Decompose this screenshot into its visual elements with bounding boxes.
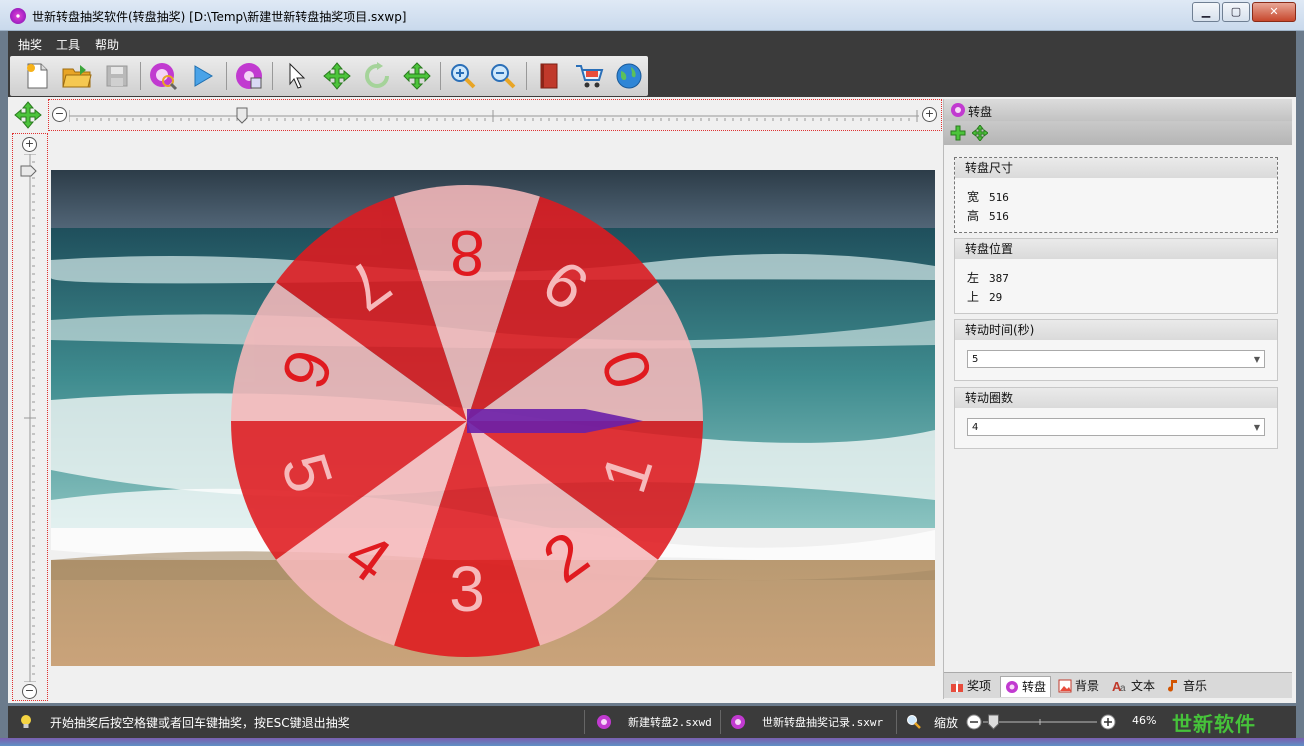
vruler-zoom-in-icon[interactable]: + (22, 137, 37, 152)
size-width-row: 宽 516 (967, 190, 1009, 204)
position-top-row: 上 29 (967, 290, 1003, 304)
menu-draw[interactable]: 抽奖 (18, 36, 42, 53)
size-height-row: 高 516 (967, 209, 1009, 223)
rounds-group-title: 转动圈数 (955, 388, 1277, 408)
zoom-in-icon[interactable] (448, 61, 478, 91)
status-file-wheel[interactable]: 新建转盘2.sxwd (628, 714, 712, 730)
position-top-value: 29 (989, 291, 1003, 304)
position-group-title: 转盘位置 (955, 239, 1277, 259)
save-disk-icon[interactable] (102, 61, 132, 91)
gift-icon (951, 681, 963, 692)
rounds-group: 转动圈数 4 ▼ (954, 387, 1278, 449)
zoom-label: 缩放 (934, 716, 959, 730)
image-icon (1058, 679, 1072, 693)
title-bar: 世新转盘抽奖软件(转盘抽奖) [D:\Temp\新建世新转盘抽奖项目.sxwp]… (0, 0, 1304, 31)
play-icon[interactable] (188, 61, 218, 91)
wheel-file-icon (597, 715, 611, 729)
vertical-zoom-ruler: + − (12, 133, 48, 701)
size-height-value: 516 (989, 210, 1009, 223)
status-file-record[interactable]: 世新转盘抽奖记录.sxwr (762, 714, 883, 730)
minimize-button[interactable]: ▁ (1192, 2, 1220, 22)
pointer-arrow-icon[interactable] (282, 61, 312, 91)
ruler-zoom-in-icon[interactable]: + (922, 107, 937, 122)
duration-group: 转动时间(秒) 5 ▼ (954, 319, 1278, 381)
status-bar: 开始抽奖后按空格键或者回车键抽奖，按ESC键退出抽奖 新建转盘2.sxwd 世新… (8, 706, 1296, 738)
maximize-button[interactable]: ▢ (1222, 2, 1250, 22)
menu-tools[interactable]: 工具 (56, 36, 80, 53)
taskbar-strip (0, 738, 1304, 746)
duration-group-title: 转动时间(秒) (955, 320, 1277, 340)
position-group: 转盘位置 左 387 上 29 (954, 238, 1278, 314)
brand-logo: 世新软件 (1172, 712, 1256, 736)
wheel-search-icon[interactable] (148, 61, 178, 91)
rotate-icon[interactable] (362, 61, 392, 91)
menu-help[interactable]: 帮助 (95, 36, 119, 53)
text-icon: Aa (1112, 679, 1126, 693)
move-icon[interactable] (322, 61, 352, 91)
music-note-icon (1168, 680, 1177, 692)
panel-tabs: 奖项 转盘 背景 Aa 文本 音乐 (944, 672, 1292, 698)
wheel-segment-label: 8 (449, 217, 485, 289)
wheel-db-icon[interactable] (234, 61, 264, 91)
zoom-out-icon[interactable] (488, 61, 518, 91)
window-title: 世新转盘抽奖软件(转盘抽奖) [D:\Temp\新建世新转盘抽奖项目.sxwp] (32, 10, 407, 24)
position-left-row: 左 387 (967, 271, 1009, 285)
wheel-tab-icon (1006, 681, 1018, 693)
close-button[interactable]: ✕ (1252, 2, 1296, 22)
magnifier-icon (907, 715, 921, 729)
wheel-segment-label: 3 (449, 553, 485, 625)
record-file-icon (731, 715, 745, 729)
zoom-value: 46% (1132, 714, 1157, 727)
add-icon[interactable] (950, 125, 966, 141)
rounds-select[interactable]: 4 ▼ (967, 418, 1265, 436)
chevron-down-icon: ▼ (1253, 355, 1260, 364)
lightbulb-icon (21, 715, 31, 728)
panel-title: 转盘 (968, 105, 993, 119)
status-hint: 开始抽奖后按空格键或者回车键抽奖，按ESC键退出抽奖 (50, 716, 350, 730)
properties-panel: 转盘 转盘尺寸 宽 516 高 516 转盘位置 左 387 上 29 转动时间(秒) … (943, 99, 1292, 699)
toolbar (8, 55, 1296, 97)
workspace: − + + − 0 1 2 3 4 5 6 7 8 9 转盘 转盘尺寸 宽 51… (8, 97, 1296, 703)
position-left-value: 387 (989, 272, 1009, 285)
horizontal-zoom-ruler: − + (48, 99, 942, 131)
open-folder-icon[interactable] (62, 61, 92, 91)
size-group: 转盘尺寸 宽 516 高 516 (954, 157, 1278, 233)
canvas-move-icon[interactable] (14, 101, 42, 129)
tab-music[interactable]: 音乐 (1168, 676, 1207, 696)
size-width-value: 516 (989, 191, 1009, 204)
cart-icon[interactable] (574, 61, 604, 91)
wheel-icon (951, 103, 965, 117)
app-wheel-icon (10, 8, 26, 24)
zoom-slider[interactable] (965, 710, 1117, 734)
tab-prizes[interactable]: 奖项 (950, 676, 991, 696)
svg-text:a: a (1120, 683, 1126, 693)
duration-select[interactable]: 5 ▼ (967, 350, 1265, 368)
lottery-wheel[interactable]: 01234567 8 9 (229, 183, 705, 659)
chevron-down-icon: ▼ (1253, 423, 1260, 432)
resize-icon[interactable] (402, 61, 432, 91)
canvas-area[interactable]: 0123456789 (51, 170, 935, 666)
book-icon[interactable] (534, 61, 564, 91)
vruler-zoom-out-icon[interactable]: − (22, 684, 37, 699)
new-file-icon[interactable] (22, 61, 52, 91)
size-group-title: 转盘尺寸 (955, 158, 1277, 178)
tab-background[interactable]: 背景 (1058, 676, 1099, 696)
ruler-zoom-out-icon[interactable]: − (52, 107, 67, 122)
menu-bar: 抽奖 工具 帮助 (8, 31, 1296, 55)
tab-wheel[interactable]: 转盘 (1000, 676, 1052, 697)
move-small-icon[interactable] (972, 125, 988, 141)
vruler-slider-handle[interactable] (20, 165, 37, 177)
globe-icon[interactable] (614, 61, 644, 91)
tab-text[interactable]: Aa 文本 (1112, 676, 1155, 696)
